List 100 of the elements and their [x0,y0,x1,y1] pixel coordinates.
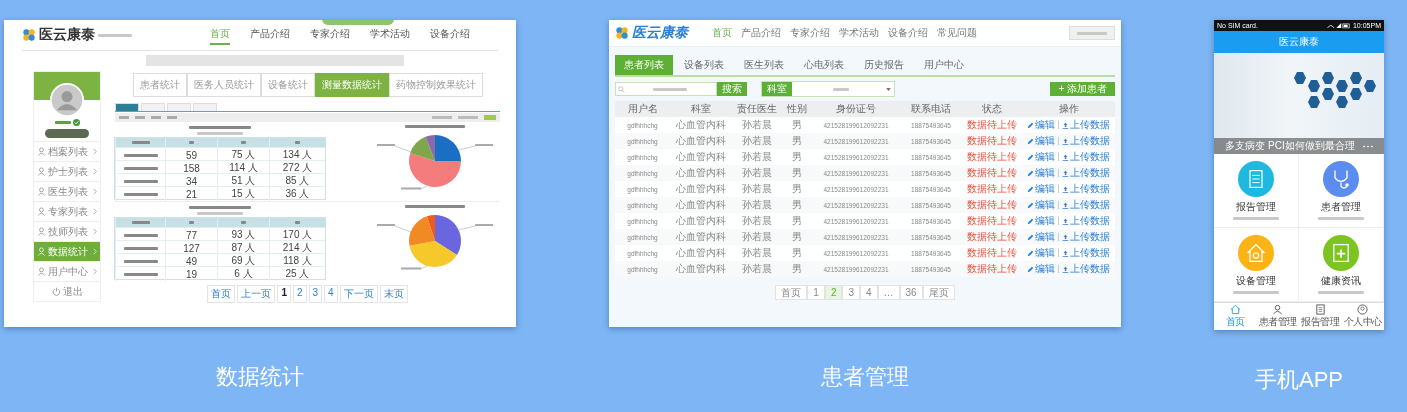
tab-bar-item[interactable]: 首页 [1214,303,1257,330]
page-link[interactable]: 上一页 [237,285,276,303]
upload-link[interactable]: 上传数据 [1062,166,1110,180]
nav-link[interactable]: 学术活动 [839,26,879,40]
logo-icon [22,28,36,42]
column-header: 用户名 [626,102,659,116]
table-cell-text: 心血管内科 [675,246,727,260]
nav-link[interactable]: 专家介绍 [790,26,830,40]
table-cell-text: 孙若晨 [741,134,773,148]
tab[interactable]: 患者统计 [132,73,187,97]
tab[interactable]: 设备列表 [675,55,733,75]
nav-link[interactable]: 设备介绍 [430,25,470,45]
edit-link[interactable]: 编辑 [1027,214,1055,228]
table-cell-text: 孙若晨 [741,230,773,244]
table-cell-text: 男 [791,166,803,180]
status-icons-drawing [1325,22,1350,29]
table-cell: 6 人 [217,267,269,281]
edit-link[interactable]: 编辑 [1027,262,1055,276]
nav-link[interactable]: 常见问题 [937,26,977,40]
edit-link[interactable]: 编辑 [1027,166,1055,180]
tab[interactable]: 用户中心 [915,55,973,75]
edit-link[interactable]: 编辑 [1027,182,1055,196]
sidebar-item[interactable]: 专家列表 [34,201,100,221]
page-link[interactable]: 1 [277,285,291,303]
menu-tile[interactable]: 患者管理 [1299,154,1384,228]
table-cell-text: 男 [791,262,803,276]
chevron-right-icon [93,168,97,175]
tab-bar-item[interactable]: 患者管理 [1256,303,1299,330]
tab[interactable]: 设备统计 [260,73,315,97]
add-patient-button[interactable]: + 添加患者 [1050,82,1115,96]
nav-link[interactable]: 首页 [210,25,230,45]
tab-bar-item[interactable]: 报告管理 [1299,303,1342,330]
nav-link[interactable]: 产品介绍 [741,26,781,40]
table-cell: 77 [165,228,217,242]
tab[interactable]: 医生列表 [735,55,793,75]
edit-link[interactable]: 编辑 [1027,230,1055,244]
upload-link[interactable]: 上传数据 [1062,214,1110,228]
upload-link[interactable]: 上传数据 [1062,246,1110,260]
page-link[interactable]: 末页 [379,285,408,303]
nav-link[interactable]: 专家介绍 [310,25,350,45]
table-cell: 118 人 [269,254,325,268]
upload-link[interactable]: 上传数据 [1062,198,1110,212]
edit-link[interactable]: 编辑 [1027,150,1055,164]
person-icon [37,207,46,216]
sidebar-item[interactable]: 医生列表 [34,181,100,201]
page-link[interactable]: 1 [807,285,825,300]
page-link[interactable]: 36 [899,285,923,300]
page-link[interactable]: 3 [308,285,323,303]
table-cell: 87 人 [217,241,269,255]
edit-link[interactable]: 编辑 [1027,198,1055,212]
page-link[interactable]: … [877,285,900,300]
tab[interactable]: 药物控制效果统计 [388,73,483,97]
table-cell-text: 孙若晨 [741,166,773,180]
upload-link[interactable]: 上传数据 [1062,182,1110,196]
nav-link[interactable]: 首页 [712,26,732,40]
tab[interactable]: 患者列表 [615,55,673,75]
page-link[interactable]: 3 [842,285,860,300]
tile-label: 患者管理 [1321,200,1361,214]
nav-link[interactable]: 设备介绍 [888,26,928,40]
page-link[interactable]: 首页 [775,285,808,300]
blurred-text [1233,291,1279,294]
column-header: 操作 [1057,102,1080,116]
tab[interactable]: 医务人员统计 [186,73,261,97]
menu-tile[interactable]: 设备管理 [1214,228,1299,302]
sidebar-item[interactable]: 用户中心 [34,261,100,281]
app-title: 医云康泰 [1279,35,1319,49]
nav-link[interactable]: 产品介绍 [250,25,290,45]
sidebar-item[interactable]: 档案列表 [34,141,100,161]
nav-link[interactable]: 学术活动 [370,25,410,45]
sidebar-item[interactable]: 数据统计 [34,241,100,261]
page-link[interactable]: 首页 [207,285,236,303]
tab[interactable]: 测量数据统计 [314,73,389,97]
page-link[interactable]: 4 [860,285,878,300]
menu-tile[interactable]: 报告管理 [1214,154,1299,228]
page-link[interactable]: 2 [292,285,307,303]
page-link[interactable]: 尾页 [922,285,955,300]
tab[interactable]: 历史报告 [855,55,913,75]
edit-link[interactable]: 编辑 [1027,134,1055,148]
edit-link[interactable]: 编辑 [1027,118,1055,132]
person-icon [1272,304,1284,315]
upload-link[interactable]: 上传数据 [1062,230,1110,244]
edit-link[interactable]: 编辑 [1027,246,1055,260]
search-field[interactable] [615,82,717,96]
upload-link[interactable]: 上传数据 [1062,150,1110,164]
upload-link[interactable]: 上传数据 [1062,262,1110,276]
menu-tile[interactable]: 健康资讯 [1299,228,1384,302]
page-link[interactable]: 4 [324,285,338,303]
tab-bar-item[interactable]: 个人中心 [1341,303,1384,330]
header-button[interactable] [1069,26,1115,40]
blurred-text [405,205,465,208]
sidebar-item[interactable]: 护士列表 [34,161,100,181]
table-cell-text: 心血管内科 [675,262,727,276]
search-button[interactable]: 搜索 [717,82,747,96]
upload-link[interactable]: 上传数据 [1062,134,1110,148]
upload-icon [1062,265,1069,273]
tab[interactable]: 心电列表 [795,55,853,75]
page-link[interactable]: 下一页 [339,285,378,303]
logout-button[interactable]: 退出 [34,281,100,301]
upload-link[interactable]: 上传数据 [1062,118,1110,132]
role-pill [45,129,89,138]
